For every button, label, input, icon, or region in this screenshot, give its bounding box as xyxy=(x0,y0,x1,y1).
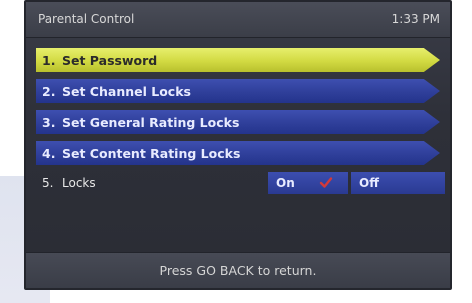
menu-item-number: 5. xyxy=(42,176,54,190)
menu-item-set-channel-locks[interactable]: 2. Set Channel Locks xyxy=(36,79,440,103)
parental-control-screen: Parental Control 1:33 PM 1. Set Password… xyxy=(24,0,452,290)
on-label: On xyxy=(276,176,295,190)
menu-item-number: 2. xyxy=(42,83,56,99)
menu-item-label: Set Channel Locks xyxy=(62,83,191,99)
locks-label: Locks xyxy=(62,176,96,190)
menu-item-number: 1. xyxy=(42,52,56,68)
menu-item-set-general-rating-locks[interactable]: 3. Set General Rating Locks xyxy=(36,110,440,134)
check-icon xyxy=(319,177,333,188)
menu-item-set-content-rating-locks[interactable]: 4. Set Content Rating Locks xyxy=(36,141,440,165)
screen-title: Parental Control xyxy=(38,12,135,26)
title-bar: Parental Control 1:33 PM xyxy=(26,2,450,38)
locks-row: 5. Locks On Off xyxy=(36,172,445,194)
footer-hint: Press GO BACK to return. xyxy=(159,263,317,278)
menu-item-set-password[interactable]: 1. Set Password xyxy=(36,48,440,72)
off-label: Off xyxy=(359,176,379,190)
locks-on-option[interactable]: On xyxy=(268,172,348,194)
clock: 1:33 PM xyxy=(391,12,440,26)
menu-item-number: 3. xyxy=(42,114,56,130)
menu-item-label: Set Password xyxy=(62,52,158,68)
menu-item-label: Set General Rating Locks xyxy=(62,114,240,130)
footer-hint-bar: Press GO BACK to return. xyxy=(26,252,450,288)
parental-control-menu: 1. Set Password 2. Set Channel Locks 3. … xyxy=(36,48,445,194)
menu-item-number: 4. xyxy=(42,145,56,161)
menu-item-label: Set Content Rating Locks xyxy=(62,145,241,161)
locks-off-option[interactable]: Off xyxy=(351,172,445,194)
